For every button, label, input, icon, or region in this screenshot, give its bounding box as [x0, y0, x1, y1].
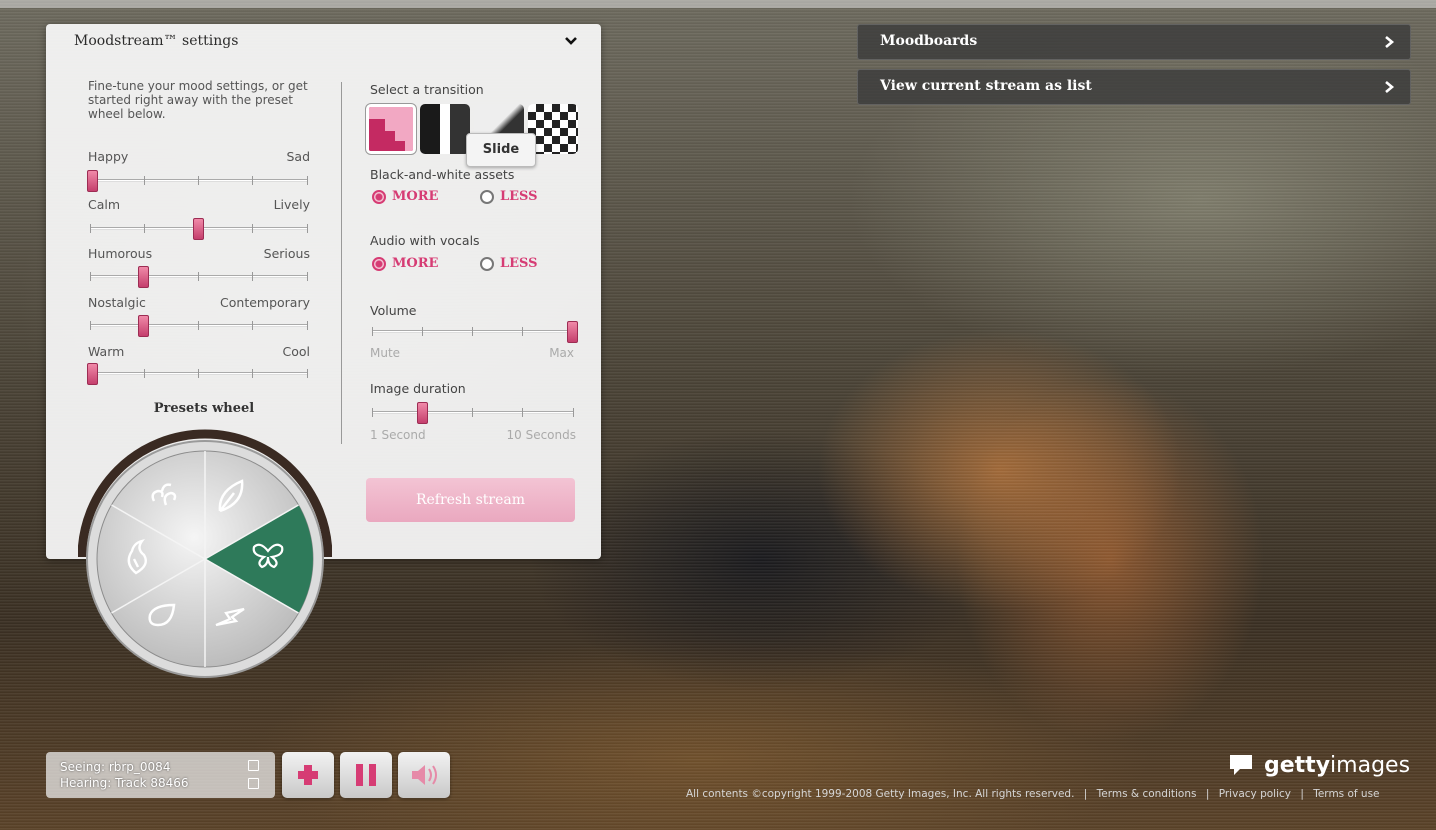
duration-slider-track[interactable]: [372, 402, 574, 424]
moodboards-menu[interactable]: Moodboards: [857, 24, 1411, 60]
radio-label: LESS: [500, 256, 538, 271]
slider-track[interactable]: [87, 170, 308, 192]
external-link-icon[interactable]: [248, 778, 259, 789]
slider-left-label: Warm: [88, 344, 125, 359]
transition-stairs-option[interactable]: [366, 104, 416, 154]
transition-fade-option[interactable]: [420, 104, 470, 154]
speech-bubble-icon: [1230, 755, 1252, 775]
speaker-icon: [412, 765, 437, 785]
slider-right-label: Contemporary: [220, 295, 310, 310]
slider-thumb[interactable]: [87, 363, 98, 385]
slider-right-label: Lively: [273, 197, 310, 212]
top-strip: [0, 0, 1436, 8]
slider-left-label: Humorous: [88, 246, 153, 261]
chevron-down-icon[interactable]: [564, 34, 578, 48]
butterfly-icon[interactable]: [250, 541, 286, 571]
seeing-value: rbrp_0084: [108, 760, 171, 774]
panel-title: Moodstream™ settings: [74, 33, 239, 49]
volume-label: Volume: [370, 303, 417, 318]
slider-right-label: Sad: [286, 149, 310, 164]
transition-label: Select a transition: [370, 82, 484, 97]
refresh-stream-button[interactable]: Refresh stream: [366, 478, 575, 522]
slider-track[interactable]: [90, 266, 308, 288]
radio-label: MORE: [392, 256, 439, 271]
terms-of-use-link[interactable]: Terms of use: [1313, 788, 1379, 800]
volume-button[interactable]: [398, 752, 450, 798]
presets-wheel: [77, 429, 333, 683]
slider-track[interactable]: [90, 315, 308, 337]
audio-less-radio[interactable]: LESS: [480, 256, 538, 271]
radio-label: MORE: [392, 189, 439, 204]
slider-right-label: Serious: [263, 246, 310, 261]
pause-icon: [356, 764, 376, 786]
slider-thumb[interactable]: [193, 218, 204, 240]
audio-more-radio[interactable]: MORE: [372, 256, 438, 271]
slider-left-label: Nostalgic: [88, 295, 146, 310]
radio-dot: [480, 189, 494, 204]
volume-min-label: Mute: [370, 346, 401, 360]
hearing-label: Hearing:: [60, 776, 112, 790]
privacy-policy-link[interactable]: Privacy policy: [1219, 788, 1291, 800]
radio-dot: [480, 256, 494, 271]
external-link-icon[interactable]: [248, 760, 259, 771]
slider-thumb[interactable]: [138, 266, 149, 288]
duration-min-label: 1 Second: [370, 428, 426, 442]
hearing-value: Track 88466: [115, 776, 189, 790]
swirl-icon[interactable]: [148, 481, 184, 511]
terms-conditions-link[interactable]: Terms & conditions: [1097, 788, 1197, 800]
drop-icon[interactable]: [144, 599, 178, 629]
duration-thumb[interactable]: [417, 402, 428, 424]
moodboards-label: Moodboards: [880, 33, 978, 49]
now-playing-status: Seeing: rbrp_0084 Hearing: Track 88466: [46, 752, 275, 798]
view-list-menu[interactable]: View current stream as list: [857, 69, 1411, 105]
image-duration-label: Image duration: [370, 381, 466, 396]
footer: All contents ©copyright 1999-2008 Getty …: [686, 788, 1380, 800]
bw-assets-label: Black-and-white assets: [370, 167, 515, 182]
slider-track[interactable]: [87, 363, 308, 385]
bw-less-radio[interactable]: LESS: [480, 189, 538, 204]
seeing-line: Seeing: rbrp_0084: [60, 760, 170, 774]
slider-left-label: Calm: [88, 197, 121, 212]
duration-max-label: 10 Seconds: [506, 428, 577, 442]
getty-images-logo: gettyimages: [1228, 750, 1410, 780]
hearing-line: Hearing: Track 88466: [60, 776, 189, 790]
radio-label: LESS: [500, 189, 538, 204]
logo-light-text: images: [1330, 752, 1411, 778]
copyright-text: All contents ©copyright 1999-2008 Getty …: [686, 788, 1075, 800]
stairs-icon: [369, 107, 413, 151]
radio-dot: [372, 256, 386, 271]
chevron-right-icon: [1385, 81, 1395, 93]
transition-tooltip: Slide: [466, 133, 536, 167]
audio-vocals-label: Audio with vocals: [370, 233, 480, 248]
slider-left-label: Happy: [88, 149, 129, 164]
slider-track[interactable]: [90, 218, 308, 240]
presets-wheel-title: Presets wheel: [153, 401, 255, 416]
lightning-icon[interactable]: [212, 605, 248, 631]
bw-more-radio[interactable]: MORE: [372, 189, 438, 204]
radio-dot: [372, 189, 386, 204]
volume-slider-track[interactable]: [372, 321, 578, 343]
leaf-icon[interactable]: [214, 477, 248, 515]
column-divider: [341, 82, 342, 444]
slider-thumb[interactable]: [87, 170, 98, 192]
view-list-label: View current stream as list: [880, 78, 1092, 94]
seeing-label: Seeing:: [60, 760, 105, 774]
intro-text: Fine-tune your mood settings, or get sta…: [88, 79, 308, 121]
volume-max-label: Max: [549, 346, 574, 360]
logo-bold-text: getty: [1264, 752, 1331, 778]
pause-button[interactable]: [340, 752, 392, 798]
slider-thumb[interactable]: [138, 315, 149, 337]
plus-icon: [298, 765, 318, 785]
volume-thumb[interactable]: [567, 321, 578, 343]
add-button[interactable]: [282, 752, 334, 798]
chevron-right-icon: [1385, 36, 1395, 48]
flame-icon[interactable]: [122, 539, 152, 575]
slider-right-label: Cool: [282, 344, 311, 359]
